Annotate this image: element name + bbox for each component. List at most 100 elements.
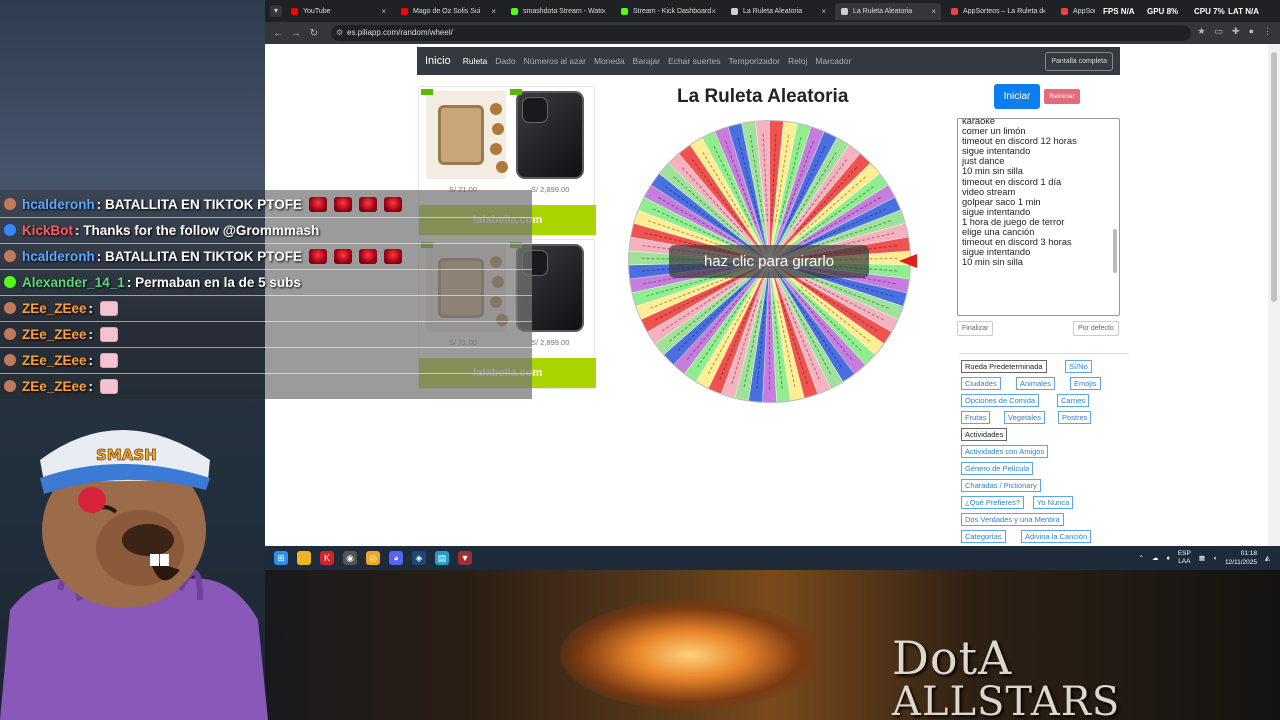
forward-icon[interactable]: → [287, 28, 305, 39]
chat-message: KickBot: Thanks for the follow @Grommmas… [0, 219, 319, 241]
chrome-icon[interactable]: ◎ [366, 551, 380, 565]
cast-icon[interactable]: ▭ [1215, 26, 1224, 37]
preset-button[interactable]: Yo Nunca [1033, 496, 1074, 509]
start-menu-icon[interactable]: ⊞ [274, 551, 288, 565]
preset-button[interactable]: Categorías [961, 530, 1006, 543]
discord-icon[interactable]: ◕ [389, 551, 403, 565]
tab-favicon-icon [841, 8, 848, 15]
start-button[interactable]: Iniciar [994, 84, 1040, 109]
url-field[interactable]: ⚙ es.piliapp.com/random/wheel/ [331, 25, 1191, 41]
page-scrollbar[interactable] [1268, 44, 1280, 546]
reset-button[interactable]: Reiniciar [1044, 89, 1080, 104]
tab-close-icon[interactable]: × [491, 7, 496, 16]
tray-cloud-icon[interactable]: ☁ [1152, 554, 1159, 562]
volume-icon[interactable]: ◖ [1213, 555, 1217, 562]
tab-close-icon[interactable]: × [381, 7, 386, 16]
preset-button[interactable]: Rueda Predeterminada [961, 360, 1047, 373]
notification-icon[interactable]: ◭ [1265, 554, 1270, 562]
browser-tab[interactable]: La Ruleta Aleatoria × [835, 3, 941, 20]
network-icon[interactable]: ▦ [1199, 554, 1205, 562]
preset-button[interactable]: Sí/No [1065, 360, 1092, 373]
nav-link[interactable]: Números al azar [524, 56, 586, 66]
tab-title: La Ruleta Aleatoria [743, 8, 803, 15]
nav-link[interactable]: Reloj [788, 56, 807, 66]
notepad-icon[interactable]: ▤ [435, 551, 449, 565]
preset-button[interactable]: Ciudades [961, 377, 1001, 390]
entries-textarea[interactable]: karaoke comer un limón timeout en discor… [957, 118, 1120, 316]
fullscreen-button[interactable]: Pantalla completa [1045, 52, 1113, 71]
chat-text: : Thanks for the follow @Grommmash [75, 222, 320, 238]
tray-mic-icon[interactable]: ♦ [1167, 555, 1170, 562]
preset-button[interactable]: Dos Verdades y una Mentira [961, 513, 1064, 526]
steam-icon[interactable]: ◈ [412, 551, 426, 565]
chat-badge-icon [4, 276, 16, 288]
preset-button[interactable]: Vegetales [1004, 411, 1045, 424]
browser-tab[interactable]: YouTube × [285, 3, 391, 20]
nav-link[interactable]: Echar suertes [668, 56, 720, 66]
preset-button[interactable]: ¿Qué Prefieres? [961, 496, 1025, 509]
preset-button[interactable]: Animales [1016, 377, 1055, 390]
finalize-button[interactable]: Finalizar [957, 321, 994, 336]
tab-close-icon[interactable]: × [931, 7, 936, 16]
browser-tab[interactable]: Mago de Oz Solis Sui × [395, 3, 501, 20]
wheel-title: La Ruleta Aleatoria [677, 86, 849, 107]
nav-link[interactable]: Temporizador [729, 56, 781, 66]
language-indicator[interactable]: ESP LAA [1178, 550, 1191, 566]
clock[interactable]: 01:18 12/11/2025 [1225, 549, 1257, 567]
tray-chevron-icon[interactable]: ⌃ [1139, 554, 1144, 562]
tab-search-icon[interactable]: ▾ [270, 5, 282, 17]
nav-link[interactable]: Moneda [594, 56, 625, 66]
obs-icon[interactable]: ◉ [343, 551, 357, 565]
iphone-image[interactable] [516, 91, 584, 179]
file-explorer-icon[interactable] [297, 551, 311, 565]
extensions-icon[interactable]: ✚ [1232, 26, 1240, 37]
browser-tab[interactable]: La Ruleta Aleatoria × [725, 3, 831, 20]
profile-icon[interactable]: ● [1249, 26, 1254, 37]
textarea-scrollbar[interactable] [1112, 121, 1118, 315]
tab-close-icon[interactable]: × [1041, 7, 1046, 16]
logo-line-1: DotA [892, 631, 1013, 685]
preset-button[interactable]: Actividades con Amigos [961, 445, 1049, 458]
app-icon-k[interactable]: K [320, 551, 334, 565]
windows-taskbar: ⊞ K ◉ ◎ ◕ ◈ ▤ ▼ ⌃ ☁ ♦ ESP LAA ▦ ◖ 01:18 12… [265, 546, 1280, 570]
spin-instruction-label[interactable]: haz clic para girarlo [669, 245, 869, 278]
preset-button[interactable]: Charadas / Pictionary [961, 479, 1041, 492]
siren-emote-icon [359, 196, 378, 212]
air-fryer-tray-image[interactable] [426, 91, 508, 179]
dota-icon[interactable]: ▼ [458, 551, 472, 565]
nav-link[interactable]: Marcador [815, 56, 851, 66]
site-brand-link[interactable]: Inicio [425, 55, 451, 67]
hud-fps: FPS N/A [1103, 7, 1135, 16]
default-button[interactable]: Por defecto [1073, 321, 1119, 336]
back-icon[interactable]: ← [269, 28, 287, 39]
browser-tab[interactable]: smashdota Stream - Watc × [505, 3, 611, 20]
preset-button[interactable]: Emojis [1070, 377, 1101, 390]
bookmark-star-icon[interactable]: ★ [1197, 26, 1205, 37]
site-navbar: Inicio Ruleta Dado Números al azar Moneda Ba… [417, 47, 1120, 75]
site-info-icon[interactable]: ⚙ [336, 25, 343, 41]
preset-button[interactable]: Postres [1058, 411, 1092, 424]
preset-button[interactable]: Opciones de Comida [961, 394, 1040, 407]
tab-close-icon[interactable]: × [821, 7, 826, 16]
preset-button[interactable]: Carnes [1057, 394, 1090, 407]
browser-tab[interactable]: AppSorteos – La Ruleta d × [945, 3, 1051, 20]
preset-button[interactable]: Género de Película [961, 462, 1034, 475]
chat-username: hcalderonh [22, 248, 95, 264]
preset-button[interactable]: Frutas [961, 411, 991, 424]
nav-link[interactable]: Barajar [633, 56, 660, 66]
tab-title: La Ruleta Aleatoria [853, 8, 913, 15]
preset-button[interactable]: Actividades [961, 428, 1008, 441]
chat-divider [0, 295, 532, 296]
reload-icon[interactable]: ↻ [305, 28, 323, 39]
tab-close-icon[interactable]: × [711, 7, 716, 16]
chat-divider [0, 347, 532, 348]
preset-button[interactable]: Adivina la Canción [1021, 530, 1092, 543]
tab-close-icon[interactable]: × [601, 7, 606, 16]
browser-tab[interactable]: Stream - Kick Dashboard × [615, 3, 721, 20]
dota-allstars-logo: DotA ALLSTARS [892, 631, 1120, 720]
browser-tab[interactable]: AppSorteos – La Ruleta [1055, 3, 1095, 20]
nav-link[interactable]: Dado [495, 56, 515, 66]
nav-link[interactable]: Ruleta [463, 56, 488, 66]
chat-username: ZEe_ZEee [22, 326, 87, 342]
menu-icon[interactable]: ⋮ [1263, 26, 1272, 37]
